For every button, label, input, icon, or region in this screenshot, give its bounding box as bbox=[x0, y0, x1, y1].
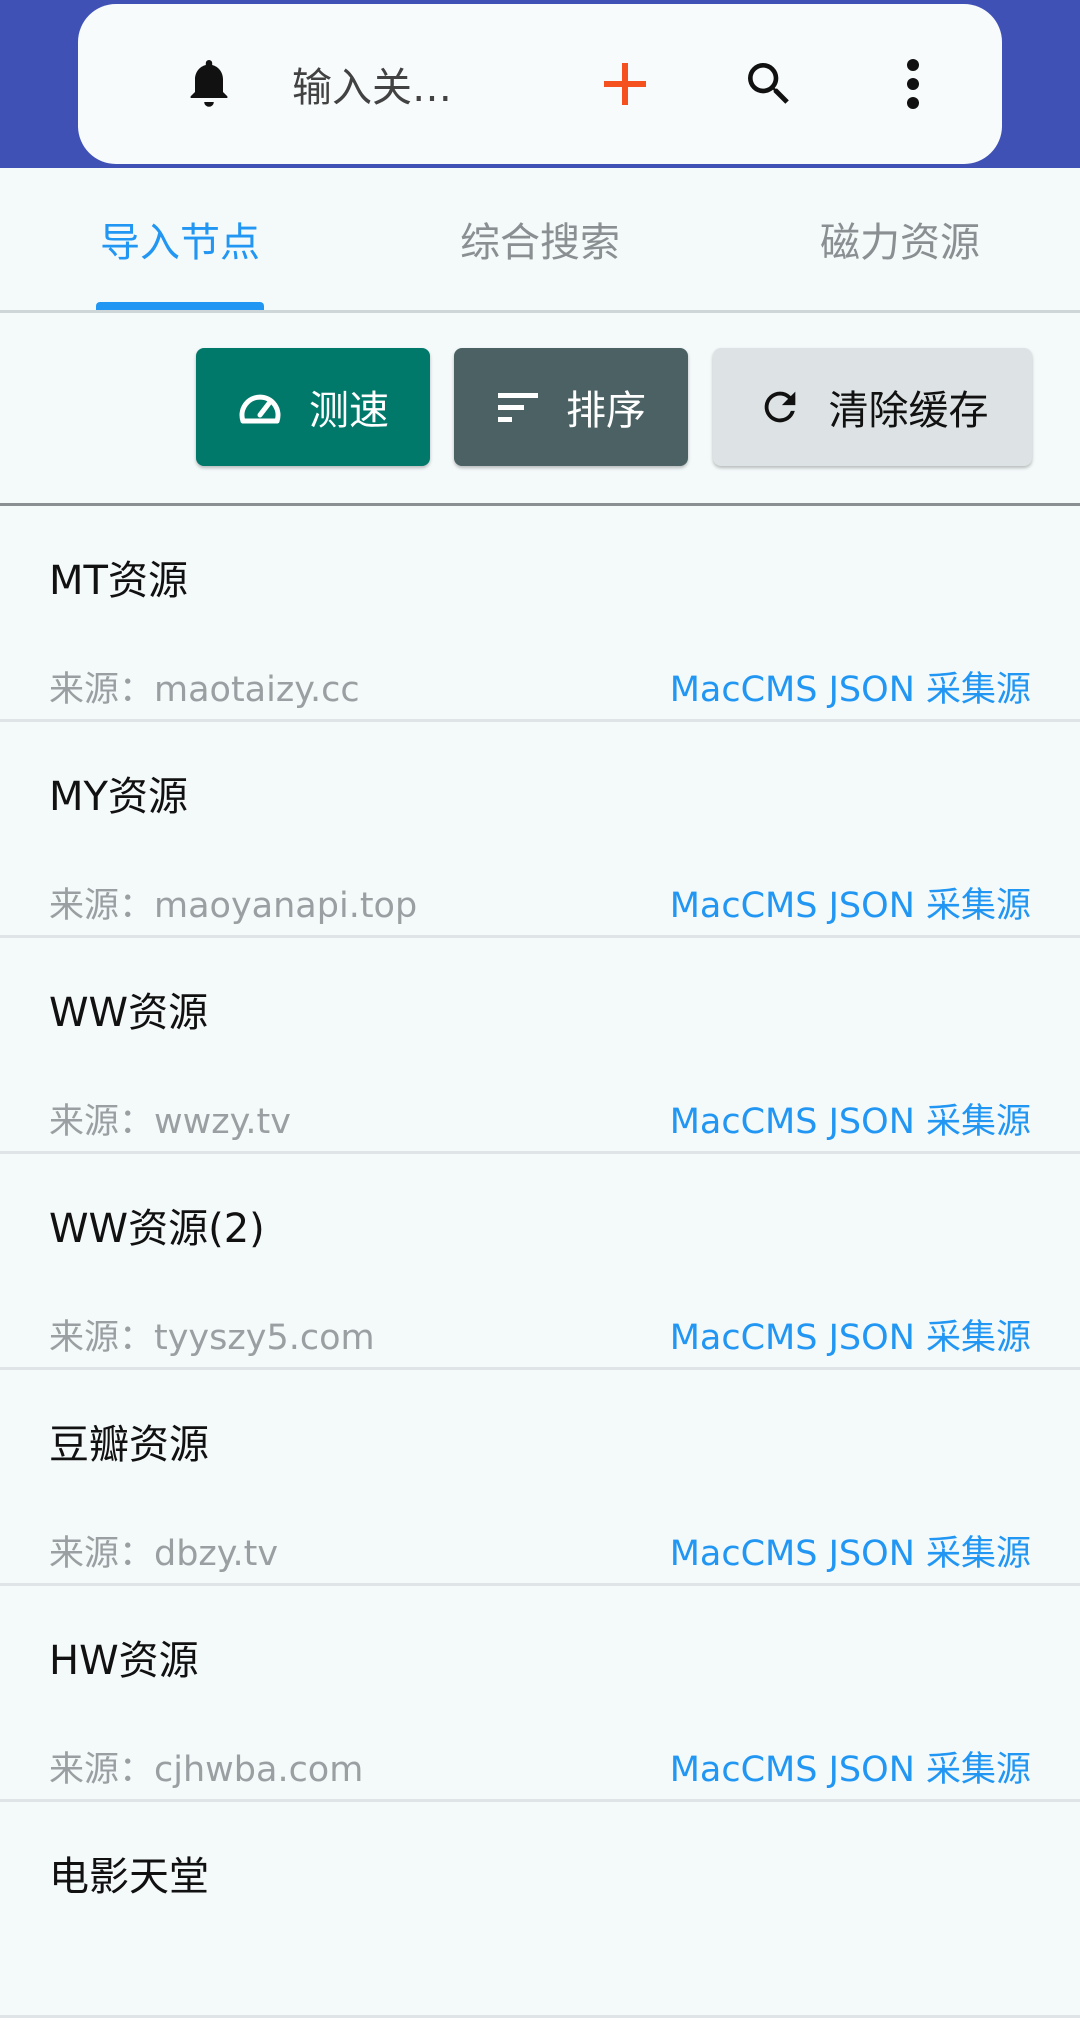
source-type: MacCMS JSON 采集源 bbox=[669, 1534, 1031, 1574]
source-type: MacCMS JSON 采集源 bbox=[669, 886, 1031, 926]
source-list: MT资源 来源：maotaizy.cc MacCMS JSON 采集源 MY资源… bbox=[0, 506, 1080, 2018]
list-item[interactable]: HW资源 来源：cjhwba.com MacCMS JSON 采集源 bbox=[0, 1586, 1080, 1802]
source-host: 来源：cjhwba.com bbox=[49, 1750, 364, 1790]
source-name: MT资源 bbox=[49, 558, 188, 604]
tab-magnet-resources[interactable]: 磁力资源 bbox=[778, 168, 1022, 310]
app-bar: 输入关… bbox=[0, 0, 1080, 168]
source-host: 来源：wwzy.tv bbox=[49, 1102, 291, 1142]
search-input[interactable]: 输入关… bbox=[292, 4, 512, 164]
more-options-button[interactable] bbox=[858, 4, 968, 164]
source-name: 电影天堂 bbox=[49, 1854, 209, 1900]
tab-bar: 导入节点 综合搜索 磁力资源 bbox=[0, 168, 1080, 313]
notifications-button[interactable] bbox=[154, 4, 264, 164]
list-item[interactable]: 豆瓣资源 来源：dbzy.tv MacCMS JSON 采集源 bbox=[0, 1370, 1080, 1586]
source-type: MacCMS JSON 采集源 bbox=[669, 1750, 1031, 1790]
source-type: MacCMS JSON 采集源 bbox=[669, 1102, 1031, 1142]
sort-button[interactable]: 排序 bbox=[454, 348, 688, 466]
bell-icon bbox=[190, 60, 228, 107]
source-host: 来源：tyyszy5.com bbox=[49, 1318, 375, 1358]
clear-cache-button[interactable]: 清除缓存 bbox=[713, 348, 1032, 466]
sort-icon bbox=[498, 393, 538, 422]
clear-cache-label: 清除缓存 bbox=[828, 388, 989, 434]
list-item[interactable]: 电影天堂 bbox=[0, 1802, 1080, 2018]
source-name: WW资源(2) bbox=[49, 1206, 265, 1252]
tab-import-nodes[interactable]: 导入节点 bbox=[58, 168, 302, 310]
more-vert-icon bbox=[907, 59, 919, 109]
search-button[interactable] bbox=[714, 4, 824, 164]
source-name: WW资源 bbox=[49, 990, 209, 1036]
refresh-icon bbox=[764, 391, 795, 423]
source-name: MY资源 bbox=[49, 774, 188, 820]
source-host: 来源：maotaizy.cc bbox=[49, 670, 360, 710]
source-host: 来源：dbzy.tv bbox=[49, 1534, 279, 1574]
action-toolbar: 测速 排序 清除缓存 bbox=[0, 313, 1080, 506]
plus-icon bbox=[604, 63, 646, 105]
source-type: MacCMS JSON 采集源 bbox=[669, 1318, 1031, 1358]
speedometer-icon bbox=[239, 394, 281, 424]
list-item[interactable]: MT资源 来源：maotaizy.cc MacCMS JSON 采集源 bbox=[0, 506, 1080, 722]
list-item[interactable]: WW资源(2) 来源：tyyszy5.com MacCMS JSON 采集源 bbox=[0, 1154, 1080, 1370]
search-icon bbox=[748, 63, 789, 104]
tab-indicator bbox=[96, 302, 264, 310]
search-bar: 输入关… bbox=[78, 4, 1002, 164]
tab-combined-search[interactable]: 综合搜索 bbox=[418, 168, 662, 310]
speed-test-label: 测速 bbox=[309, 388, 389, 434]
sort-label: 排序 bbox=[566, 388, 646, 434]
source-host: 来源：maoyanapi.top bbox=[49, 886, 418, 926]
add-source-button[interactable] bbox=[570, 4, 680, 164]
speed-test-button[interactable]: 测速 bbox=[196, 348, 430, 466]
source-name: HW资源 bbox=[49, 1638, 199, 1684]
list-item[interactable]: MY资源 来源：maoyanapi.top MacCMS JSON 采集源 bbox=[0, 722, 1080, 938]
source-type: MacCMS JSON 采集源 bbox=[669, 670, 1031, 710]
source-name: 豆瓣资源 bbox=[49, 1422, 209, 1468]
list-item[interactable]: WW资源 来源：wwzy.tv MacCMS JSON 采集源 bbox=[0, 938, 1080, 1154]
